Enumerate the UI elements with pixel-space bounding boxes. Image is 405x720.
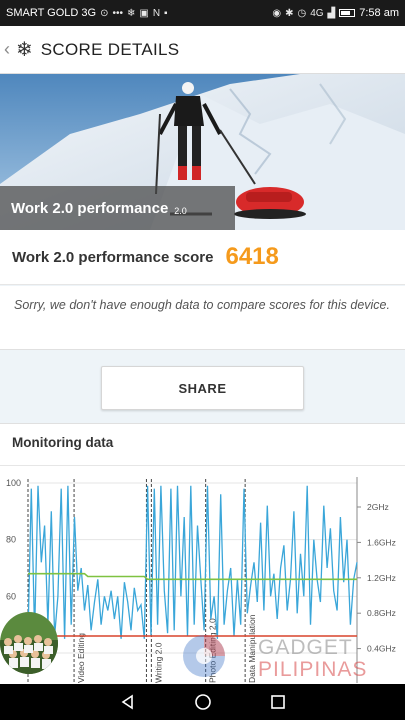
score-label: Work 2.0 performance score [12, 248, 214, 266]
group-photo-image [0, 612, 58, 674]
hero-title: Work 2.0 performance [11, 199, 169, 217]
section-marker-label: Video Editing [76, 633, 86, 683]
signal-type-label: 4G [310, 7, 324, 19]
section-marker-label: Data Manipulation [247, 614, 257, 683]
share-button[interactable]: SHARE [101, 366, 304, 410]
nav-back-button[interactable] [116, 690, 140, 714]
nav-home-circle-icon [194, 694, 211, 710]
signal-icon: ▟ [327, 7, 336, 19]
cpu-series-line [27, 485, 358, 639]
nav-back-triangle-icon [121, 694, 133, 710]
hero-version: 2.0 [174, 206, 187, 216]
monitoring-chart: 1008060402GHz1.6GHz1.2GHz0.8GHz0.4GHzVid… [6, 477, 396, 683]
nav-recents-square-icon [270, 695, 285, 709]
messenger-icon: ⊙ [100, 7, 109, 19]
bluetooth-icon: ✱ [285, 7, 294, 19]
y-tick-label: 100 [6, 478, 21, 488]
system-nav-bar [0, 684, 405, 720]
score-card: Work 2.0 performance score 6418 [0, 230, 405, 285]
page-title: SCORE DETAILS [40, 39, 180, 59]
hotspot-icon: ◉ [272, 7, 282, 19]
more-notifications-icon: ••• [112, 7, 123, 19]
y2-tick-label: 1.6GHz [367, 537, 396, 547]
clock: 7:58 am [359, 7, 399, 19]
alarm-icon: ◷ [297, 7, 307, 19]
carrier-label: SMART GOLD 3G [6, 7, 97, 19]
battery-icon [339, 9, 356, 17]
monitoring-title: Monitoring data [0, 424, 405, 466]
y-tick-label: 80 [6, 535, 16, 545]
y2-tick-label: 2GHz [367, 502, 389, 512]
nav-home-button[interactable] [191, 690, 215, 714]
snowflake-notification-icon: ❄ [126, 7, 136, 19]
y-tick-label: 60 [6, 591, 16, 601]
nfc-icon: N [152, 7, 161, 19]
back-chevron-icon[interactable]: ‹ [4, 39, 16, 60]
snowflake-logo-icon[interactable]: ❄ [16, 37, 33, 62]
app-bar: ‹ ❄ SCORE DETAILS [0, 26, 405, 74]
status-bar: SMART GOLD 3G ⊙ ••• ❄ ▣ N ▪ ◉ ✱ ◷ 4G ▟ 7… [0, 0, 405, 26]
hero-banner: Work 2.0 performance 2.0 [0, 74, 405, 230]
compare-note: Sorry, we don't have enough data to comp… [0, 286, 405, 350]
gallery-icon: ▣ [139, 7, 149, 19]
y2-tick-label: 0.4GHz [367, 644, 396, 654]
y2-tick-label: 0.8GHz [367, 608, 396, 618]
nav-recents-button[interactable] [266, 690, 290, 714]
monitoring-card: Monitoring data 1008060402GHz1.6GHz1.2GH… [0, 423, 405, 685]
hero-caption: Work 2.0 performance 2.0 [0, 186, 235, 230]
y2-tick-label: 1.2GHz [367, 573, 396, 583]
group-photo-overlay [0, 612, 58, 674]
section-marker-label: Writing 2.0 [153, 642, 163, 683]
monitoring-chart-area: 1008060402GHz1.6GHz1.2GHz0.8GHz0.4GHzVid… [0, 467, 405, 686]
notification-dot-icon: ▪ [164, 7, 168, 19]
score-value: 6418 [225, 243, 279, 270]
